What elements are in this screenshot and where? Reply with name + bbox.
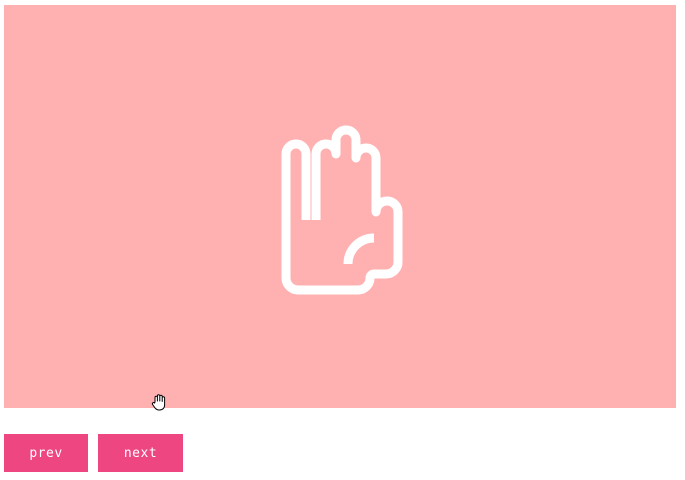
prev-button[interactable]: prev bbox=[4, 434, 88, 472]
raised-hand-icon bbox=[281, 125, 403, 295]
grab-hand-cursor-icon bbox=[151, 394, 166, 411]
next-button[interactable]: next bbox=[98, 434, 183, 472]
slideshow-controls: prev next bbox=[4, 434, 183, 472]
slide-panel[interactable] bbox=[4, 5, 676, 408]
